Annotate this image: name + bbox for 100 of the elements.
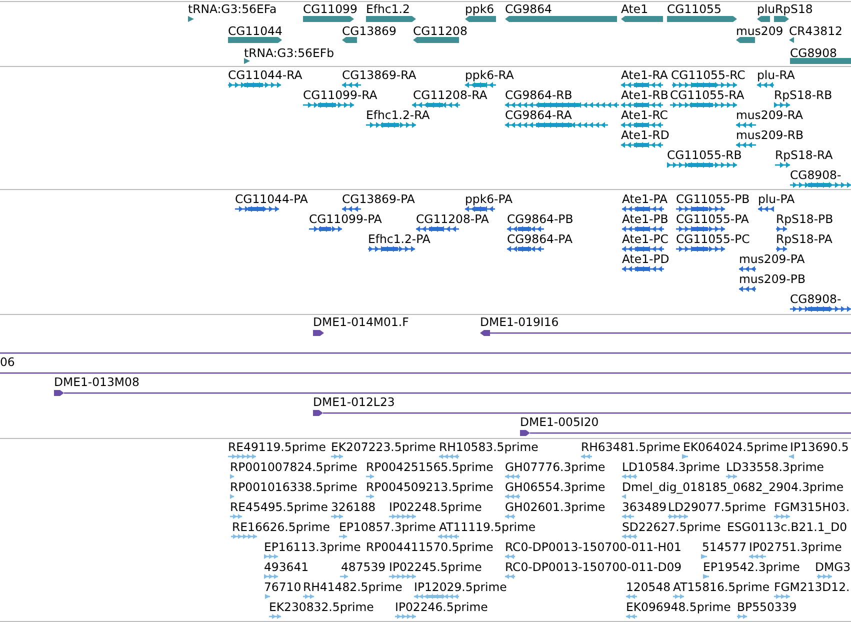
clone-label: DME1-014M01.F [313, 315, 409, 329]
est-label: 493641 [264, 560, 309, 574]
protein-label: ppk6-PA [465, 192, 513, 206]
protein-label: Ate1-PB [622, 212, 668, 226]
gene-label: RpS18 [775, 2, 813, 16]
gene-label: CG11044 [228, 24, 282, 38]
gene-arrow[interactable] [244, 58, 250, 64]
est-label: IP02245.5prime [389, 560, 482, 574]
est-label: ESG0113c.B21.1_D0 [727, 520, 848, 534]
est-label: GH07776.3prime [505, 460, 606, 474]
est-label: 76710 [264, 580, 302, 594]
clone-label: 06 [0, 355, 15, 369]
protein-label: Ate1-PD [622, 252, 670, 266]
protein-label: CG11055-PB [676, 192, 750, 206]
est-arrow[interactable] [265, 594, 270, 599]
gene-label: tRNA:G3:56EFa [188, 2, 277, 16]
protein-label: CG11208-PA [416, 212, 489, 226]
est-label: RC0-DP0013-150700-011-H01 [505, 540, 682, 554]
clone-line[interactable] [0, 370, 851, 376]
transcript-label: CG11044-RA [228, 68, 302, 82]
gene-arrow[interactable] [774, 16, 789, 22]
transcript-label: CG11055-RA [670, 88, 744, 102]
est-label: RH63481.5prime [581, 440, 680, 454]
est-label: RH41482.5prime [303, 580, 402, 594]
est-label: RH10583.5prime [439, 440, 538, 454]
est-label: AT15816.5prime [673, 580, 770, 594]
gene-arrow[interactable] [465, 16, 496, 22]
gene-label: Efhc1.2 [366, 2, 410, 16]
clone-label: DME1-019I16 [480, 315, 559, 329]
clone-arrow[interactable] [54, 390, 851, 396]
protein-label: mus209-PB [739, 272, 806, 286]
gene-arrow[interactable] [228, 37, 282, 43]
est-arrow[interactable] [682, 454, 688, 459]
gene-arrow[interactable] [789, 37, 794, 43]
est-label: EP10857.3prime [339, 520, 436, 534]
transcript-label: RpS18-RB [774, 88, 832, 102]
protein-label: CG11055-PA [676, 212, 749, 226]
protein-label: CG8908- [790, 292, 842, 306]
transcript-label: Efhc1.2-RA [366, 108, 430, 122]
est-label: RC0-DP0013-150700-011-D09 [505, 560, 682, 574]
est-arrow[interactable] [230, 494, 234, 499]
gene-arrow[interactable] [736, 37, 755, 43]
transcript-label: mus209-RB [736, 128, 804, 142]
gene-arrow[interactable] [342, 37, 357, 43]
transcript-label: RpS18-RA [775, 148, 833, 162]
clone-line[interactable] [0, 350, 851, 356]
gene-arrow[interactable] [621, 16, 663, 22]
gene-arrow[interactable] [667, 16, 737, 22]
gene-label: ppk6 [465, 2, 494, 16]
transcript-label: CG9864-RA [505, 108, 572, 122]
gene-arrow[interactable] [413, 37, 459, 43]
transcript-label: Ate1-RC [621, 108, 668, 122]
est-arrow[interactable] [789, 454, 794, 459]
est-label: FGM213D12. [774, 580, 850, 594]
gene-label: CG13869 [342, 24, 396, 38]
gene-label: plu [757, 2, 776, 16]
est-label: 363489 [622, 500, 667, 514]
transcript-label: Ate1-RD [621, 128, 670, 142]
transcript-label: CG11099-RA [303, 88, 378, 102]
transcript-label: CG11208-RA [413, 88, 488, 102]
est-arrow[interactable] [703, 574, 709, 579]
protein-label: mus209-PA [739, 252, 805, 266]
gene-label: CG8908 [790, 46, 837, 60]
est-label: LD29077.5prime [668, 500, 766, 514]
gene-label: CG11208 [413, 24, 468, 38]
est-label: GH06554.3prime [505, 480, 606, 494]
est-label: GH02601.3prime [505, 500, 606, 514]
clone-marker[interactable] [313, 330, 324, 336]
transcript-label: CG13869-RA [342, 68, 416, 82]
est-label: RP004251565.5prime [366, 460, 494, 474]
est-label: AT11119.5prime [439, 520, 536, 534]
transcript-label: CG8908- [790, 168, 842, 182]
est-arrow[interactable] [622, 494, 626, 499]
clone-arrow[interactable] [520, 430, 851, 436]
transcript-label: plu-RA [757, 68, 795, 82]
est-label: Dmel_dig_018185_0682_2904.3prime [622, 480, 844, 494]
est-arrow[interactable] [230, 474, 234, 479]
gene-arrow[interactable] [188, 16, 194, 22]
est-label: 120548 [626, 580, 671, 594]
clone-label: DME1-013M08 [54, 375, 140, 389]
est-arrow[interactable] [701, 554, 707, 559]
gene-arrow[interactable] [757, 16, 770, 22]
transcript-label: mus209-RA [736, 108, 804, 122]
est-label: LD33558.3prime [726, 460, 824, 474]
gene-label: tRNA:G3:56EFb [244, 46, 334, 60]
est-label: 487539 [341, 560, 386, 574]
est-label: EK207223.5prime [331, 440, 436, 454]
clone-arrow[interactable] [313, 410, 851, 416]
protein-label: RpS18-PA [776, 232, 832, 246]
clone-arrow[interactable] [480, 330, 851, 336]
est-label: RP001016338.5prime [230, 480, 358, 494]
transcript-label: Ate1-RB [621, 88, 668, 102]
gene-arrow[interactable] [303, 16, 354, 22]
est-label: EK064024.5prime [683, 440, 788, 454]
gene-arrow[interactable] [366, 16, 416, 22]
protein-label: Ate1-PA [622, 192, 668, 206]
gene-label: CG9864 [505, 2, 552, 16]
transcript-label: Ate1-RA [621, 68, 668, 82]
est-label: IP13690.5 [790, 440, 849, 454]
est-label: RE16626.5prime [232, 520, 330, 534]
